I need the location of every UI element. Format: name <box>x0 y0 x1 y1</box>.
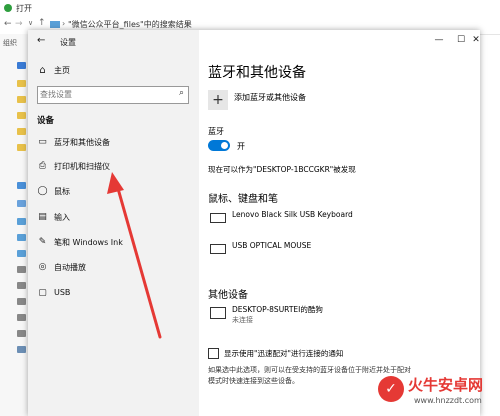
watermark: ✓ 火牛安卓网 www.hnzzdt.com <box>378 372 496 412</box>
watermark-brand: 火牛安卓网 <box>408 376 484 394</box>
watermark-logo-icon: ✓ <box>378 376 404 402</box>
watermark-url: www.hnzzdt.com <box>414 396 482 405</box>
annotation-arrow <box>107 172 162 339</box>
